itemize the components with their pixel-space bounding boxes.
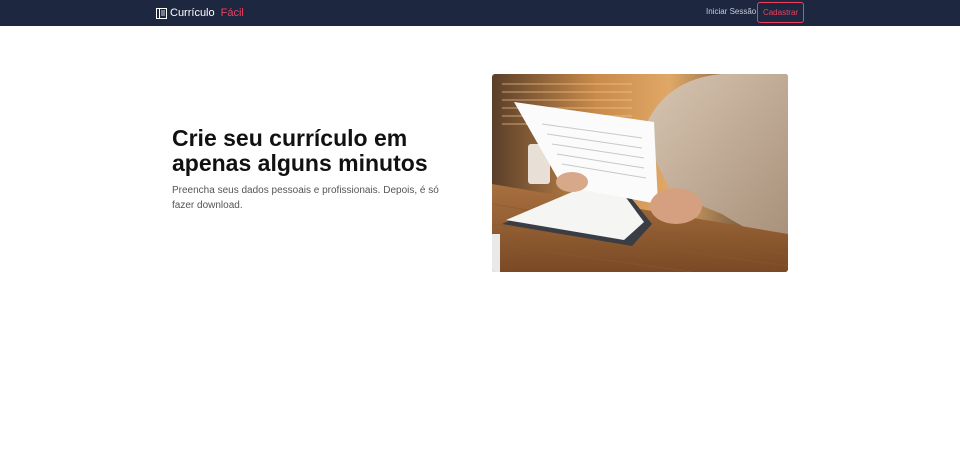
login-link[interactable]: Iniciar Sessão	[706, 7, 756, 16]
resume-icon	[156, 7, 167, 19]
signup-button[interactable]: Cadastrar	[757, 2, 804, 23]
hero-photo	[492, 74, 788, 272]
hero-title: Crie seu currículo em apenas alguns minu…	[172, 125, 428, 176]
navbar: Currículo Fácil Iniciar Sessão Cadastrar	[0, 0, 960, 26]
brand-name-accent: Fácil	[220, 7, 244, 19]
brand-name: Currículo	[170, 7, 215, 19]
hero-image	[492, 74, 788, 272]
brand-logo-link[interactable]: Currículo Fácil	[156, 5, 244, 21]
hero-subtitle: Preencha seus dados pessoais e profissio…	[172, 185, 439, 211]
